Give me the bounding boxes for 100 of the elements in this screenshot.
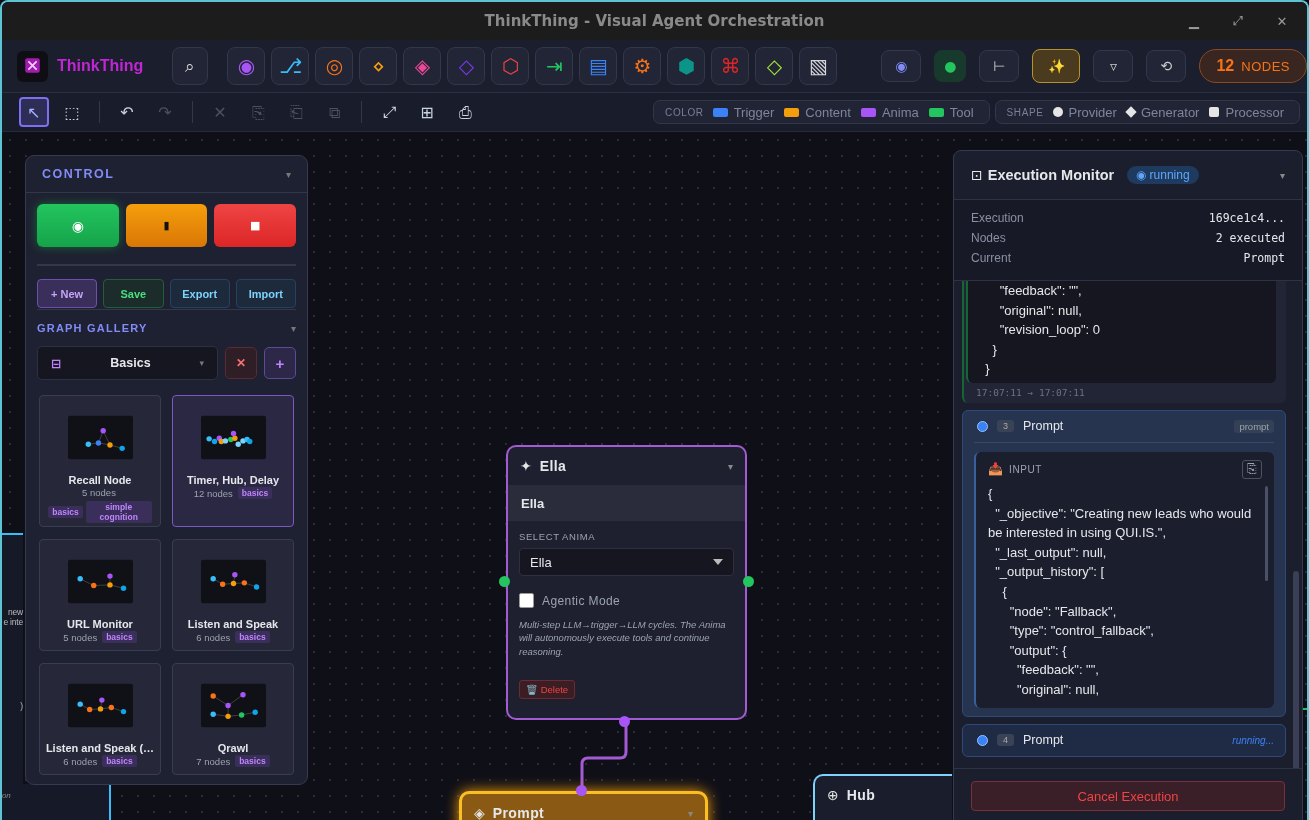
node-palette-button[interactable]: ◈	[403, 47, 442, 85]
input-port[interactable]	[576, 785, 587, 796]
step-card[interactable]: 4 Prompt running...	[962, 723, 1286, 757]
output-port[interactable]	[743, 576, 754, 587]
run-control-button[interactable]: ▮	[125, 204, 208, 247]
hub-node[interactable]: ⊕ Hub	[813, 774, 952, 820]
add-button[interactable]: +	[264, 347, 296, 379]
graph-card[interactable]: Timer, Hub, Delay 12 nodes basics	[172, 395, 294, 527]
node-palette-button[interactable]: ◉	[227, 47, 266, 85]
step-number: 4	[997, 734, 1014, 746]
copy-button[interactable]: ⎘	[1242, 459, 1262, 479]
tool-button[interactable]: ⬚	[57, 97, 87, 127]
stat-label: Current	[971, 251, 1011, 265]
tag: basics	[237, 487, 273, 499]
node-text: on	[2, 791, 11, 800]
graph-name: Listen and Speak (…	[45, 742, 155, 754]
tool-button[interactable]: ⊞	[412, 97, 442, 127]
step-name: Prompt	[1023, 733, 1064, 747]
step-type-tag: prompt	[1234, 419, 1274, 433]
legend-label: Provider	[1068, 104, 1117, 120]
file-button[interactable]: + New	[37, 279, 98, 308]
node-palette-button[interactable]: ▤	[579, 47, 618, 85]
node-palette-button[interactable]: ⇥	[535, 47, 574, 85]
tag: basics	[102, 755, 137, 767]
window-control-button[interactable]: ▁	[1175, 12, 1213, 30]
graph-card[interactable]: Recall Node 5 nodes basics simple cognition	[39, 395, 161, 527]
node-palette-button[interactable]: ◎	[315, 47, 354, 85]
code-line: {	[1001, 582, 1008, 601]
step-status: running...	[1232, 734, 1274, 746]
file-button[interactable]: Save	[103, 279, 164, 308]
tool-button[interactable]: ↖	[19, 97, 49, 127]
input-port[interactable]	[499, 576, 510, 587]
status-dot-icon	[977, 420, 988, 432]
tag: simple cognition	[85, 501, 152, 523]
code-line: "output": {	[1008, 641, 1068, 660]
toolbar-button[interactable]: ▿	[1093, 50, 1134, 82]
node-palette-button[interactable]: ⎇	[271, 47, 310, 85]
code-line: "feedback": "",	[1015, 661, 1100, 680]
collapse-button[interactable]: ▾	[727, 460, 733, 472]
search-button[interactable]: ⌕	[171, 47, 209, 85]
file-button[interactable]: Export	[169, 279, 230, 308]
legend-title: COLOR	[665, 106, 704, 118]
node-palette-button[interactable]: ⋄	[359, 47, 398, 85]
field-label: SELECT ANIMA	[519, 531, 596, 542]
node-palette-button[interactable]: ⚙	[623, 47, 662, 85]
graph-card[interactable]: URL Monitor 5 nodes basics	[39, 539, 161, 651]
app-name: ThinkThing	[57, 57, 144, 75]
toolbar-button[interactable]: ✨	[1032, 49, 1081, 83]
node-count: 5 nodes	[81, 487, 117, 498]
graph-card[interactable]: Listen and Speak 6 nodes basics	[172, 539, 294, 651]
tag: basics	[48, 506, 83, 518]
step-card[interactable]	[962, 409, 1286, 717]
square-icon	[1209, 107, 1220, 117]
node-text: )	[20, 701, 23, 711]
legend-label: Generator	[1140, 104, 1200, 120]
tool-button[interactable]: ⤢	[374, 97, 404, 127]
cancel-button[interactable]: Cancel Execution	[971, 781, 1285, 811]
output-port[interactable]	[619, 716, 630, 727]
window-title: ThinkThing - Visual Agent Orchestration	[484, 12, 825, 30]
collapse-button[interactable]: ▾	[285, 168, 291, 180]
node-description: Multi-step LLM→trigger→LLM cycles. The Anima will autonomously execute tools and continue reasoning.	[519, 618, 727, 658]
checkbox[interactable]	[519, 593, 534, 608]
node-card[interactable]: new e inte ) on	[2, 533, 23, 820]
collapse-button[interactable]: ▾	[1279, 169, 1285, 181]
toolbar-button[interactable]: ⟲	[1146, 50, 1187, 82]
app-logo-icon	[17, 50, 48, 82]
node-count: 7 nodes	[196, 755, 231, 767]
anima-select[interactable]: Ella	[519, 548, 734, 576]
toolbar-button[interactable]: ◉	[881, 50, 922, 82]
stat-value: Prompt	[1243, 251, 1285, 265]
category-select[interactable]: ⊟ Basics ▾	[37, 346, 218, 380]
node-count: 12	[1216, 57, 1235, 75]
panel-title: Execution Monitor	[987, 167, 1115, 183]
delete-button[interactable]: 🗑 Delete	[519, 679, 576, 699]
window-control-button[interactable]: ⤢	[1219, 12, 1257, 30]
window-control-button[interactable]: ✕	[1263, 12, 1301, 30]
node-palette-button[interactable]: ⬢	[667, 47, 706, 85]
graph-card[interactable]: Listen and Speak (… 6 nodes basics	[39, 663, 161, 775]
node-palette-button[interactable]: ◇	[755, 47, 794, 85]
prompt-node[interactable]: ◈ Prompt ▾	[459, 791, 708, 820]
node-title: Prompt	[492, 805, 545, 820]
anima-node[interactable]: ✦ Ella ▾ Ella SELECT ANIMA Ella Agentic Mode Multi-step LLM→trigger→LLM cycles. The Anima will autonomously execute tools and continue reasoning. 🗑 Delete	[506, 445, 747, 720]
node-palette-button[interactable]: ▧	[799, 47, 838, 85]
tool-button[interactable]: ↶	[112, 97, 142, 127]
collapse-button[interactable]: ▾	[290, 322, 296, 334]
legend-label: Trigger	[733, 104, 775, 120]
code-line: "original": null,	[998, 301, 1083, 320]
delete-button[interactable]: ✕	[225, 347, 257, 379]
tool-button[interactable]: ⎙	[450, 97, 480, 127]
code-line: "_objective": "Creating new leads who would be interested in using QUI.IS.",	[988, 504, 1252, 543]
scrollbar[interactable]	[1265, 485, 1268, 581]
toolbar-button[interactable]: ●	[934, 50, 967, 82]
run-control-button[interactable]: ■	[214, 204, 296, 247]
graph-card[interactable]: Qrawl 7 nodes basics	[172, 663, 294, 775]
file-button[interactable]: Import	[235, 279, 296, 308]
scrollbar[interactable]	[1293, 571, 1299, 768]
code-line: "revision_loop": 0	[998, 321, 1101, 340]
stat-label: Nodes	[971, 231, 1006, 245]
toolbar-button[interactable]: ⊢	[979, 50, 1020, 82]
node-palette-button[interactable]: ⬡	[491, 47, 530, 85]
